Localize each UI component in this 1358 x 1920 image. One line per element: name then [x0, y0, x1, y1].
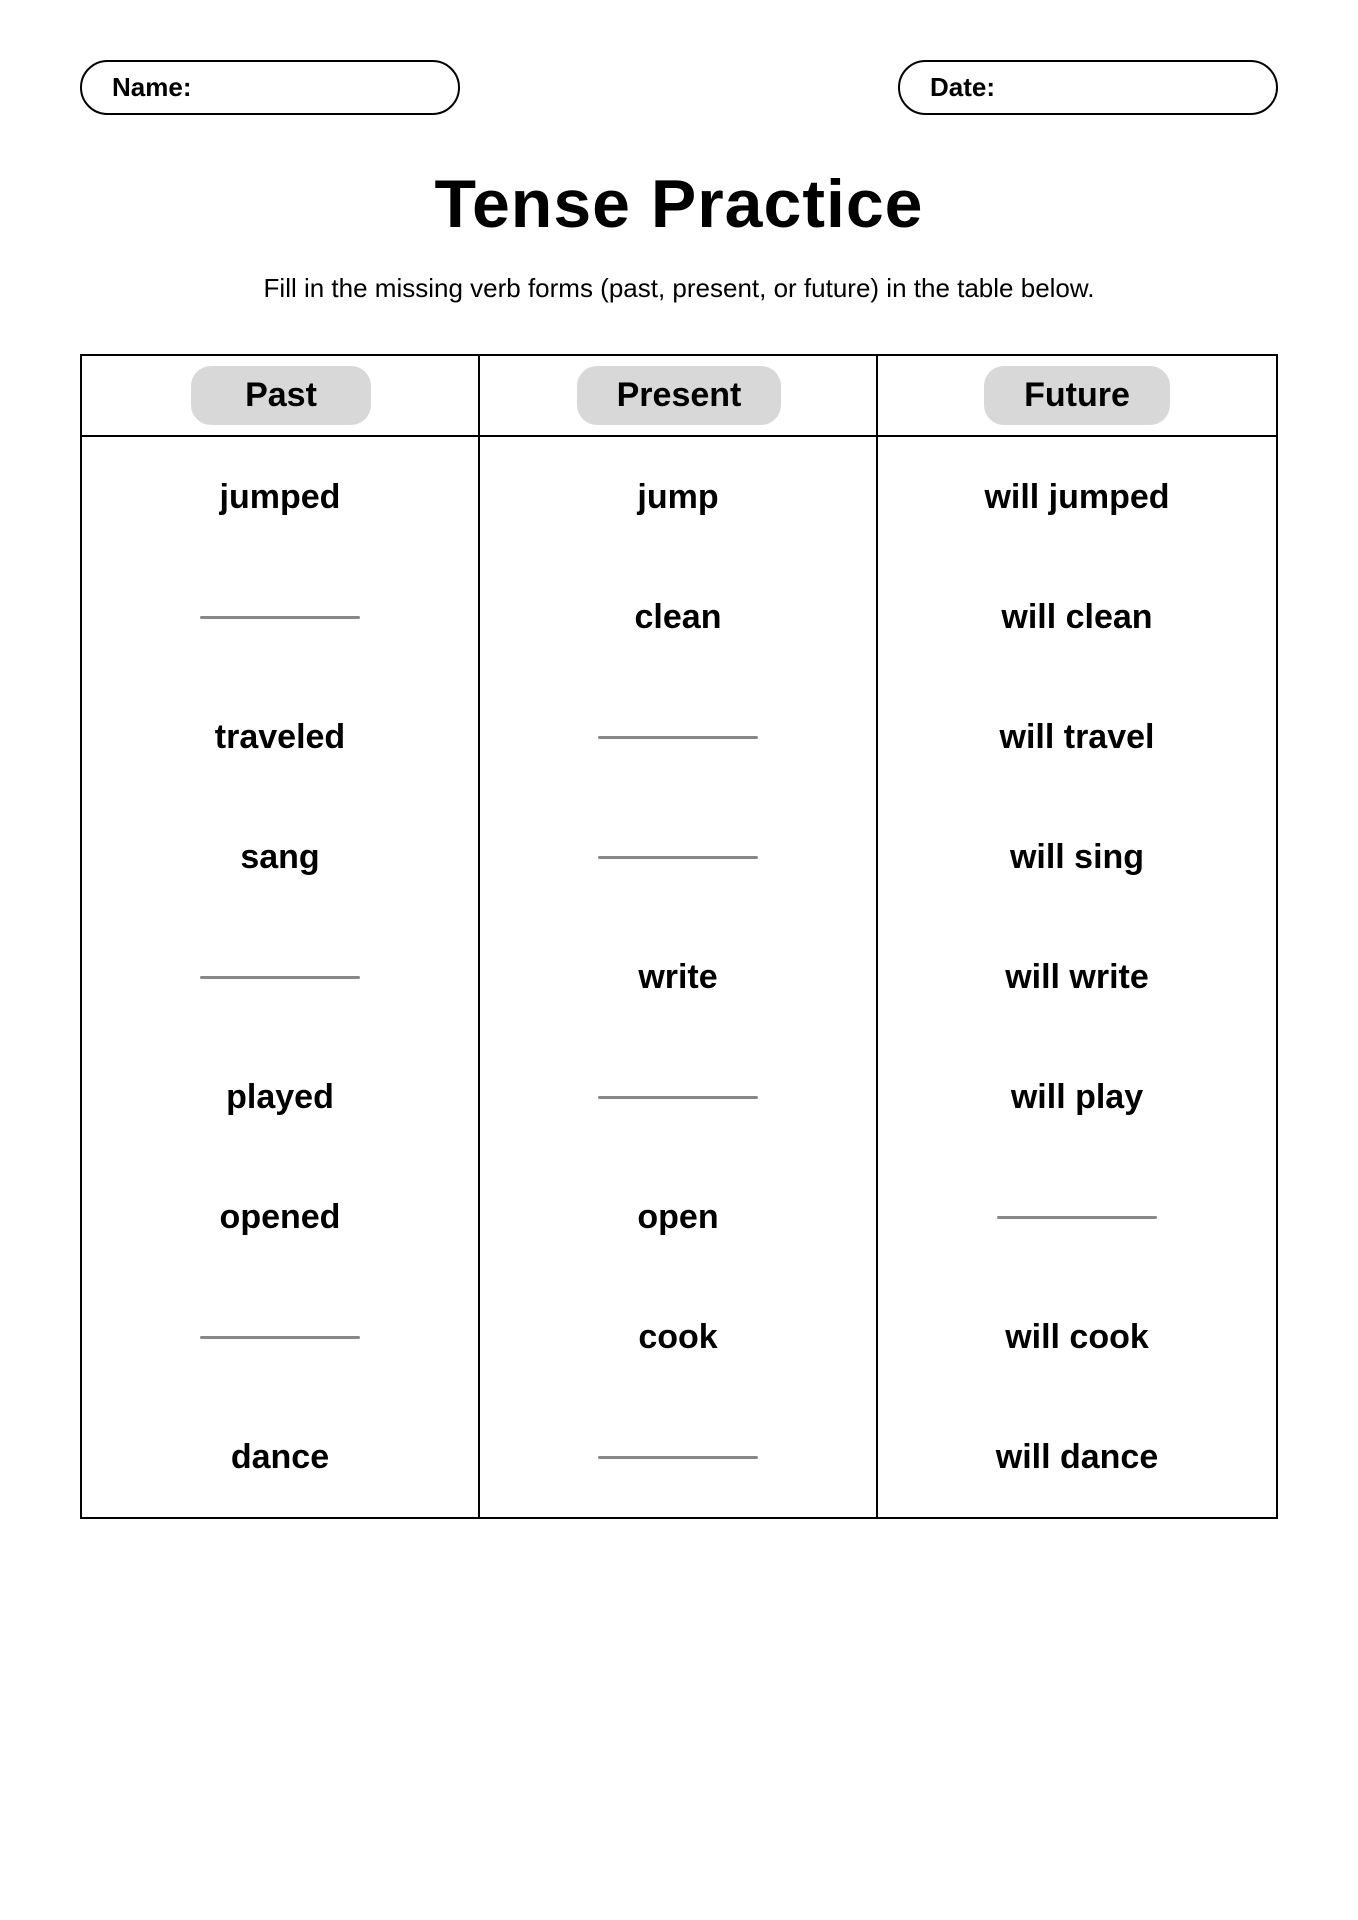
blank-line	[598, 1456, 758, 1459]
table-row: will play	[878, 1037, 1276, 1157]
table-row: will sing	[878, 797, 1276, 917]
table-row: traveled	[82, 677, 478, 797]
blank-line	[200, 976, 360, 979]
present-column: jumpclean write opencook	[480, 437, 878, 1517]
table-row: will clean	[878, 557, 1276, 677]
page-title: Tense Practice	[80, 165, 1278, 243]
name-field: Name:	[80, 60, 460, 115]
table-body: jumpedtraveledsangplayedopeneddancejumpc…	[82, 437, 1276, 1517]
table-row	[480, 677, 876, 797]
table-row: jump	[480, 437, 876, 557]
table-row: open	[480, 1157, 876, 1277]
past-column: jumped traveledsang playedopened dance	[82, 437, 480, 1517]
future-column: will jumpedwill cleanwill travelwill sin…	[878, 437, 1276, 1517]
table-row: write	[480, 917, 876, 1037]
table-row	[480, 1397, 876, 1517]
present-column-header: Present	[480, 356, 878, 435]
date-field: Date:	[898, 60, 1278, 115]
table-row: will jumped	[878, 437, 1276, 557]
instructions-text: Fill in the missing verb forms (past, pr…	[80, 273, 1278, 304]
blank-line	[997, 1216, 1157, 1219]
blank-line	[598, 736, 758, 739]
header-row: Name: Date:	[80, 60, 1278, 115]
table-row: will dance	[878, 1397, 1276, 1517]
table-header: Past Present Future	[82, 356, 1276, 437]
table-row: jumped	[82, 437, 478, 557]
date-label: Date:	[930, 72, 995, 102]
table-row	[480, 797, 876, 917]
table-row	[82, 557, 478, 677]
table-row: will write	[878, 917, 1276, 1037]
blank-line	[200, 616, 360, 619]
table-row	[82, 917, 478, 1037]
table-row: sang	[82, 797, 478, 917]
table-row	[878, 1157, 1276, 1277]
future-column-header: Future	[878, 356, 1276, 435]
name-label: Name:	[112, 72, 191, 102]
table-row: will cook	[878, 1277, 1276, 1397]
table-row	[82, 1277, 478, 1397]
table-row: dance	[82, 1397, 478, 1517]
table-row: played	[82, 1037, 478, 1157]
blank-line	[598, 856, 758, 859]
table-row	[480, 1037, 876, 1157]
blank-line	[200, 1336, 360, 1339]
past-column-header: Past	[82, 356, 480, 435]
blank-line	[598, 1096, 758, 1099]
table-row: clean	[480, 557, 876, 677]
table-row: will travel	[878, 677, 1276, 797]
table-row: cook	[480, 1277, 876, 1397]
tense-table: Past Present Future jumped traveledsang pl…	[80, 354, 1278, 1519]
table-row: opened	[82, 1157, 478, 1277]
